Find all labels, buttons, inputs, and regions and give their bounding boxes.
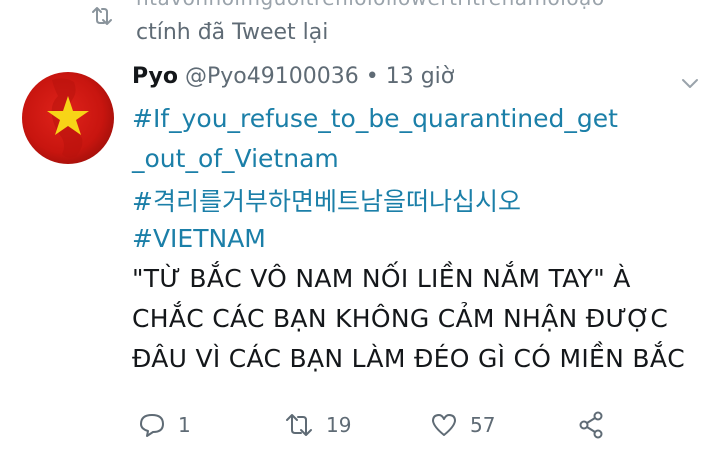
- reply-count: 1: [178, 413, 191, 437]
- retweet-button[interactable]: 19: [284, 410, 351, 440]
- hashtag-link-vietnam[interactable]: #VIETNAM: [132, 224, 266, 253]
- tweet-timestamp[interactable]: 13 giờ: [386, 64, 455, 89]
- reply-icon: [138, 412, 166, 438]
- hashtag-link[interactable]: #If_you_refuse_to_be_quarantined_get: [132, 104, 618, 133]
- author-name[interactable]: Pyo: [132, 64, 178, 89]
- reply-button[interactable]: 1: [138, 410, 191, 440]
- retweet-count: 19: [326, 413, 352, 437]
- share-icon: [578, 411, 604, 439]
- heart-icon: [430, 412, 458, 438]
- like-button[interactable]: 57: [430, 410, 495, 440]
- avatar[interactable]: [22, 72, 114, 164]
- like-count: 57: [470, 413, 496, 437]
- avatar-image: [47, 78, 89, 158]
- hashtag-link-continued[interactable]: _out_of_Vietnam: [132, 144, 339, 173]
- tweet-header: Pyo @Pyo49100036 • 13 giờ: [132, 64, 454, 100]
- author-handle[interactable]: @Pyo49100036: [185, 64, 359, 89]
- truncated-context-text: ntavonnoimguoitrenioioiiowertritrenamoio…: [136, 0, 605, 10]
- tweet-text-line: "TỪ BẮC VÔ NAM NỐI LIỀN NẮM TAY" À: [132, 264, 631, 293]
- retweet-icon: [90, 6, 114, 26]
- chevron-down-icon[interactable]: [680, 76, 700, 90]
- tweet-actions: 1 19 57: [0, 400, 720, 450]
- share-button[interactable]: [578, 410, 604, 440]
- retweeted-by-label[interactable]: ctính đã Tweet lại: [136, 20, 328, 45]
- tweet-text-line: ĐÂU VÌ CÁC BẠN LÀM ĐÉO GÌ CÓ MIỀN BẮC: [132, 344, 686, 373]
- tweet-text-line: CHẮC CÁC BẠN KHÔNG CẢM NHẬN ĐƯỢC: [132, 304, 669, 333]
- retweet-context: ntavonnoimguoitrenioioiiowertritrenamoio…: [0, 0, 720, 62]
- hashtag-link-korean[interactable]: #격리를거부하면베트남을떠나십시오: [132, 182, 521, 218]
- separator-dot: •: [365, 64, 379, 89]
- retweet-icon: [284, 412, 314, 438]
